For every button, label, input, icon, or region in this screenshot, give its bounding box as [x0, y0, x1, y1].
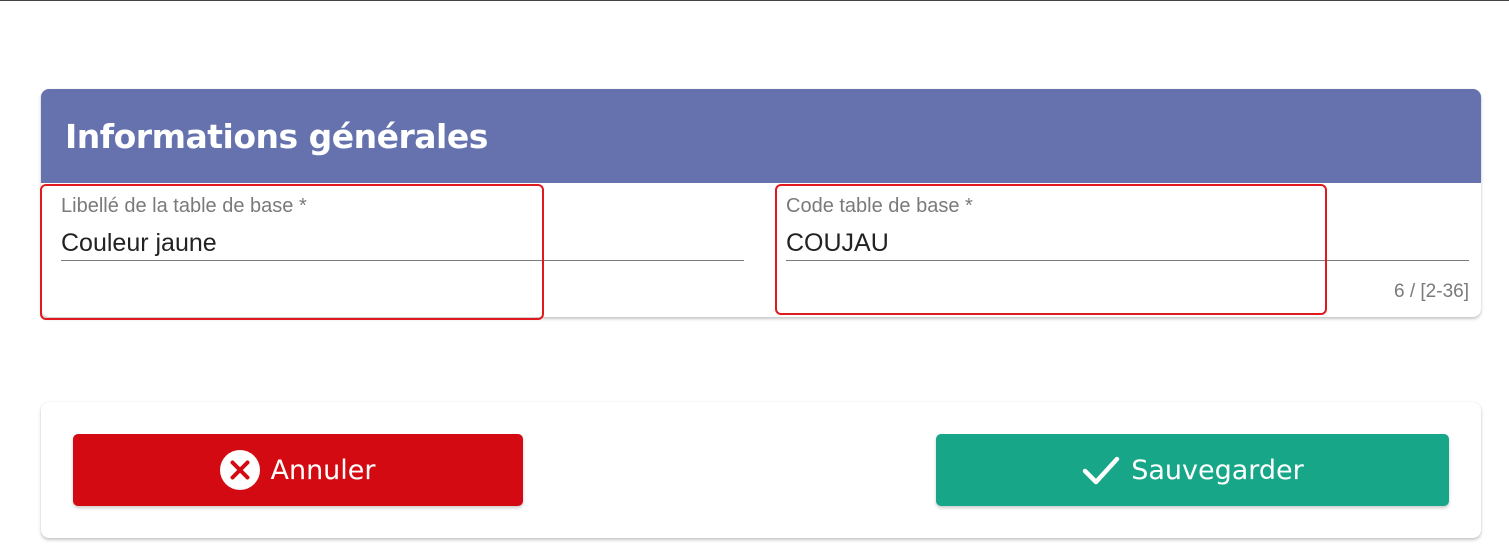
- cancel-circle-icon: [220, 450, 261, 490]
- general-info-card: Informations générales Libellé de la tab…: [41, 89, 1481, 317]
- top-divider: [0, 0, 1509, 1]
- save-button-label: Sauvegarder: [1131, 454, 1304, 486]
- code-field-counter: 6 / [2-36]: [1394, 281, 1469, 302]
- label-field-label: Libellé de la table de base *: [61, 195, 307, 217]
- section-title: Informations générales: [65, 116, 488, 156]
- save-button[interactable]: Sauvegarder: [936, 434, 1449, 506]
- code-field-input[interactable]: [786, 227, 1469, 261]
- cancel-button[interactable]: Annuler: [73, 434, 523, 506]
- checkmark-icon: [1081, 450, 1121, 490]
- label-field-input[interactable]: [61, 227, 744, 261]
- actions-card: Annuler Sauvegarder: [41, 402, 1481, 538]
- card-header: Informations générales: [41, 89, 1481, 183]
- code-field-label: Code table de base *: [786, 195, 973, 217]
- cancel-button-label: Annuler: [270, 454, 376, 486]
